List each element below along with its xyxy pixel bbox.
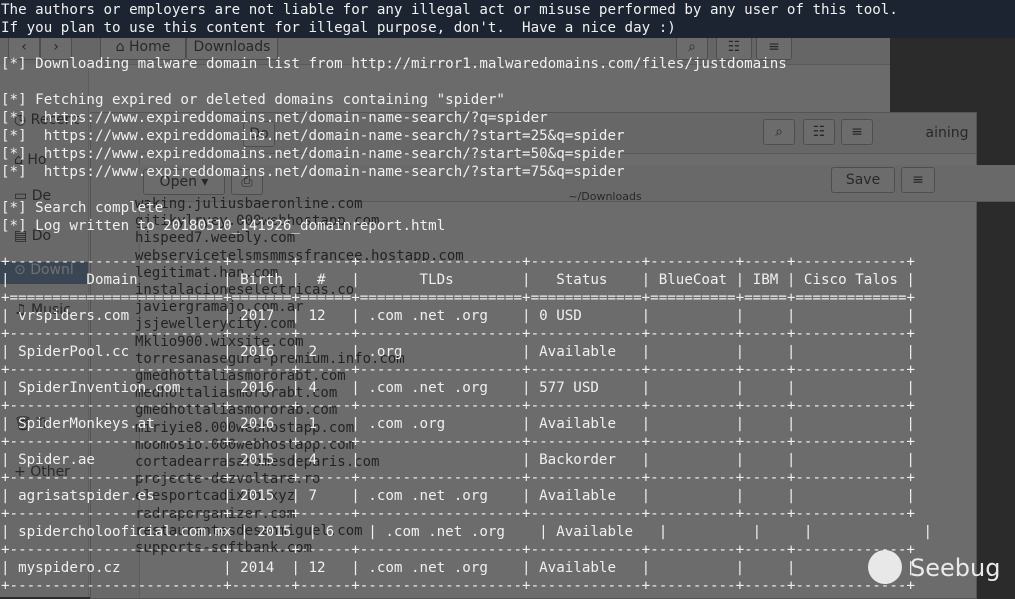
table-row-separator: +-------------------------+-------+-----… bbox=[1, 362, 915, 378]
table-row-separator: +-------------------------+-------+-----… bbox=[1, 470, 915, 486]
seebug-logo-icon bbox=[868, 550, 902, 584]
log-written-line: [*] Log written to 20180510_141926_domai… bbox=[1, 218, 446, 234]
terminal-output: The authors or employers are not liable … bbox=[0, 0, 1015, 597]
table-border: +-------------------------+-------+-----… bbox=[1, 254, 915, 270]
table-row: | SpiderPool.cc | 2016 | 2 | .org | Avai… bbox=[1, 344, 915, 360]
table-row: | spidercholooficial.com.mx | 2015 | 6 |… bbox=[1, 524, 933, 540]
table-row-separator: +-------------------------+-------+-----… bbox=[1, 398, 915, 414]
table-row-separator: +-------------------------+-------+-----… bbox=[1, 542, 915, 558]
search-complete-line: [*] Search complete bbox=[1, 200, 164, 216]
disclaimer-line-2: If you plan to use this content for ille… bbox=[1, 20, 676, 36]
fetching-line: [*] Fetching expired or deleted domains … bbox=[1, 92, 505, 108]
downloading-line: [*] Downloading malware domain list from… bbox=[1, 56, 787, 72]
table-row-separator: +-------------------------+-------+-----… bbox=[1, 326, 915, 342]
table-row: | SpiderMonkeys.at | 2016 | 1 | .com .or… bbox=[1, 416, 915, 432]
table-row-separator: +-------------------------+-------+-----… bbox=[1, 578, 915, 594]
table-row-separator: +-------------------------+-------+-----… bbox=[1, 434, 915, 450]
url-line: [*] https://www.expireddomains.net/domai… bbox=[1, 110, 548, 126]
table-row: | vrspiders.com | 2017 | 12 | .com .net … bbox=[1, 308, 915, 324]
url-line: [*] https://www.expireddomains.net/domai… bbox=[1, 128, 625, 144]
table-row: | SpiderInvention.com | 2016 | 4 | .com … bbox=[1, 380, 915, 396]
table-header: | Domain | Birth | # | TLDs | Status | B… bbox=[1, 272, 915, 288]
table-row-separator: +-------------------------+-------+-----… bbox=[1, 506, 915, 522]
table-row: | myspidero.cz | 2014 | 12 | .com .net .… bbox=[1, 560, 915, 576]
url-line: [*] https://www.expireddomains.net/domai… bbox=[1, 164, 625, 180]
table-row: | agrisatspider.es | 2015 | 7 | .com .ne… bbox=[1, 488, 915, 504]
seebug-watermark: Seebug bbox=[868, 548, 1008, 590]
watermark-text: Seebug bbox=[910, 554, 1001, 582]
table-header-separator: +=========================+=======+=====… bbox=[1, 290, 915, 306]
table-row: | Spider.ae | 2015 | 4 | | Backorder | |… bbox=[1, 452, 915, 468]
url-line: [*] https://www.expireddomains.net/domai… bbox=[1, 146, 625, 162]
disclaimer-line-1: The authors or employers are not liable … bbox=[1, 2, 898, 18]
